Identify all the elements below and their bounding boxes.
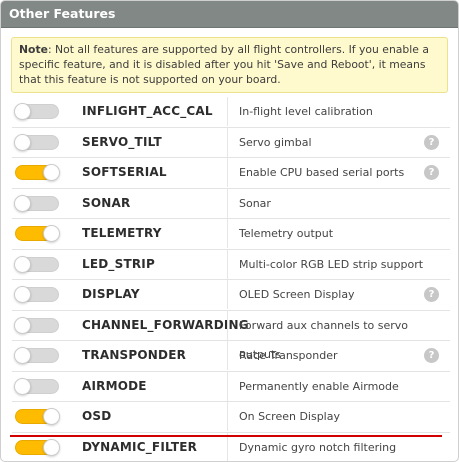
feature-name: AIRMODE (82, 378, 147, 393)
feature-name: DISPLAY (82, 287, 140, 301)
feature-name: SONAR (82, 195, 131, 210)
feature-row: SOFTSERIAL Enable CPU based serial ports? (12, 157, 450, 188)
feature-name: SERVO_TILT (82, 134, 162, 149)
feature-row: DISPLAY OLED Screen Display? (12, 279, 450, 310)
other-features-panel: Other Features Note: Not all features ar… (0, 0, 459, 462)
feature-description: OLED Screen Display (227, 280, 355, 309)
toggle-knob (14, 377, 31, 395)
panel-title: Other Features (1, 1, 458, 28)
feature-description: Sonar (227, 188, 271, 218)
note-label: Note (19, 43, 48, 56)
feature-name: TRANSPONDER (82, 348, 187, 362)
feature-name: OSD (82, 409, 112, 423)
feature-description: Enable CPU based serial ports (227, 158, 404, 187)
feature-description: Telemetry output (227, 219, 333, 248)
feature-toggle-display[interactable] (14, 286, 59, 303)
feature-toggle-softserial[interactable] (15, 164, 60, 181)
feature-description: Forward aux channels to servo outputs (227, 310, 450, 361)
feature-toggle-sonar[interactable] (14, 194, 59, 212)
feature-name: TELEMETRY (82, 226, 162, 240)
feature-toggle-led-strip[interactable] (14, 255, 59, 273)
feature-name: INFLIGHT_ACC_CAL (82, 104, 213, 118)
feature-description: In-flight level calibration (227, 97, 373, 126)
feature-row: CHANNEL_FORWARDING Forward aux channels t… (12, 309, 450, 361)
feature-description: Servo gimbal (227, 127, 312, 157)
toggle-knob (43, 225, 60, 242)
feature-toggle-servo-tilt[interactable] (14, 133, 59, 151)
toggle-knob (14, 316, 31, 334)
feature-row: OSD On Screen Display (12, 401, 450, 432)
toggle-knob (43, 438, 60, 456)
feature-row: LED_STRIP Multi-color RGB LED strip suppo… (12, 248, 450, 280)
note-text: : Not all features are supported by all … (19, 43, 429, 86)
feature-toggle-inflight-acc-cal[interactable] (14, 103, 59, 120)
feature-name: LED_STRIP (82, 256, 155, 271)
toggle-knob (14, 103, 31, 120)
feature-description: Race Transponder (227, 341, 337, 370)
feature-toggle-channel-forwarding[interactable] (14, 316, 59, 334)
feature-toggle-dynamic-filter[interactable] (15, 438, 60, 456)
feature-toggle-osd[interactable] (15, 408, 60, 425)
feature-list: INFLIGHT_ACC_CAL In-flight level calibrat… (12, 97, 450, 461)
feature-row: SERVO_TILT Servo gimbal? (12, 126, 450, 158)
toggle-knob (14, 194, 31, 212)
toggle-knob (14, 286, 31, 303)
feature-name: CHANNEL_FORWARDING (82, 317, 249, 332)
feature-row: SONAR Sonar (12, 187, 450, 219)
toggle-knob (14, 133, 31, 151)
feature-row: TELEMETRY Telemetry output (12, 218, 450, 249)
toggle-knob (14, 347, 31, 364)
feature-row: INFLIGHT_ACC_CAL In-flight level calibrat… (12, 97, 450, 127)
note-box: Note: Not all features are supported by … (11, 37, 448, 93)
question-circle-icon[interactable]: ? (424, 165, 439, 180)
feature-description: On Screen Display (227, 402, 340, 431)
strike-through-line (10, 435, 442, 437)
toggle-knob (43, 408, 60, 425)
toggle-knob (43, 164, 60, 181)
feature-toggle-transponder[interactable] (14, 347, 59, 364)
feature-row: AIRMODE Permanently enable Airmode (12, 370, 450, 402)
feature-row: TRANSPONDER Race Transponder? (12, 340, 450, 371)
question-circle-icon[interactable]: ? (424, 134, 439, 150)
feature-toggle-telemetry[interactable] (15, 225, 60, 242)
feature-name: SOFTSERIAL (82, 165, 167, 179)
question-circle-icon[interactable]: ? (424, 348, 439, 363)
feature-description: Multi-color RGB LED strip support (227, 249, 423, 279)
toggle-knob (14, 255, 31, 273)
feature-description: Permanently enable Airmode (227, 371, 399, 401)
question-circle-icon[interactable]: ? (424, 287, 439, 302)
feature-toggle-airmode[interactable] (14, 377, 59, 395)
